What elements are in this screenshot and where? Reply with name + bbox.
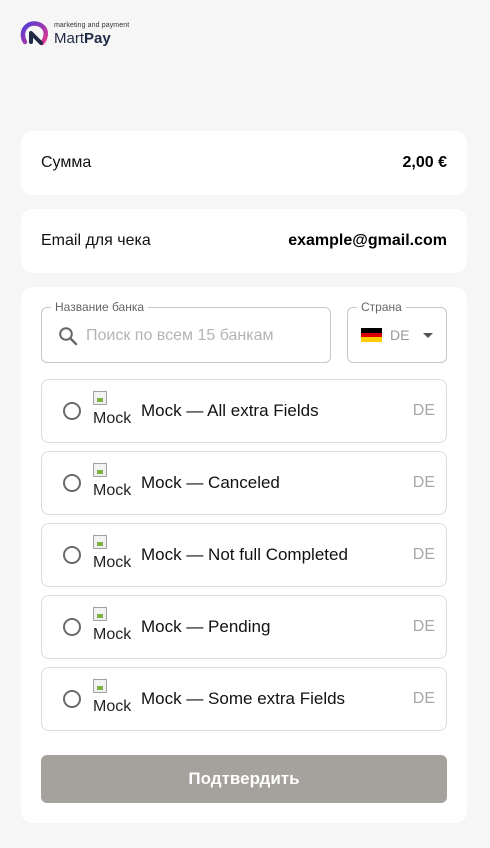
bank-name: Mock — Not full Completed xyxy=(141,545,348,564)
bank-radio[interactable] xyxy=(63,690,81,708)
logo-name: MartPay xyxy=(54,31,129,46)
email-label: Email для чека xyxy=(41,232,151,249)
bank-option[interactable]: Mock Mock — Canceled DE xyxy=(41,451,447,515)
bank-option[interactable]: Mock Mock — All extra Fields DE xyxy=(41,379,447,443)
bank-logo-alt: Mock xyxy=(93,410,132,427)
logo-text: marketing and payment MartPay xyxy=(54,22,129,46)
bank-search-legend: Название банка xyxy=(51,300,149,314)
logo-tagline: marketing and payment xyxy=(54,22,130,29)
broken-image-icon xyxy=(93,535,107,549)
bank-list: Mock Mock — All extra Fields DE Mock Moc… xyxy=(41,379,447,739)
confirm-button[interactable]: Подтвердить xyxy=(41,755,447,803)
payment-page: marketing and payment MartPay Сумма 2,00… xyxy=(0,0,490,848)
bank-logo: Mock xyxy=(93,607,135,647)
bank-logo-alt: Mock xyxy=(93,554,132,571)
bank-logo: Mock xyxy=(93,535,135,575)
bank-option[interactable]: Mock Mock — Some extra Fields DE xyxy=(41,667,447,731)
amount-card: Сумма 2,00 € xyxy=(21,131,467,195)
email-value: example@gmail.com xyxy=(288,232,447,249)
bank-logo: Mock xyxy=(93,463,135,503)
country-legend: Страна xyxy=(357,300,406,314)
germany-flag-icon xyxy=(361,328,382,343)
broken-image-icon xyxy=(93,607,107,621)
bank-logo-alt: Mock xyxy=(93,698,132,715)
bank-logo-alt: Mock xyxy=(93,482,132,499)
bank-name: Mock — All extra Fields xyxy=(141,401,319,420)
logo-name-bold: Pay xyxy=(84,30,111,47)
broken-image-icon xyxy=(93,463,107,477)
bank-radio[interactable] xyxy=(63,474,81,492)
bank-country: DE xyxy=(412,546,435,563)
bank-logo: Mock xyxy=(93,679,135,719)
bank-name: Mock — Canceled xyxy=(141,473,280,492)
bank-name: Mock — Some extra Fields xyxy=(141,689,346,708)
bank-option[interactable]: Mock Mock — Not full Completed DE xyxy=(41,523,447,587)
martpay-logo-icon xyxy=(20,21,48,46)
bank-selection-card: Название банка Страна DE Mock xyxy=(21,287,467,823)
broken-image-icon xyxy=(93,391,107,405)
amount-value: 2,00 € xyxy=(402,154,447,171)
country-select[interactable]: Страна DE xyxy=(347,300,447,363)
bank-logo-alt: Mock xyxy=(93,626,132,643)
bank-search-field[interactable]: Название банка xyxy=(41,300,331,363)
bank-option[interactable]: Mock Mock — Pending DE xyxy=(41,595,447,659)
bank-name: Mock — Pending xyxy=(141,617,271,636)
bank-radio[interactable] xyxy=(63,546,81,564)
chevron-down-icon[interactable] xyxy=(423,333,433,338)
bank-radio[interactable] xyxy=(63,618,81,636)
broken-image-icon xyxy=(93,679,107,693)
amount-label: Сумма xyxy=(41,154,92,171)
search-icon xyxy=(59,327,78,346)
bank-country: DE xyxy=(412,402,435,419)
bank-search-input[interactable] xyxy=(86,323,322,349)
bank-radio[interactable] xyxy=(63,402,81,420)
email-card: Email для чека example@gmail.com xyxy=(21,209,467,273)
bank-country: DE xyxy=(412,690,435,707)
country-code: DE xyxy=(390,327,410,343)
bank-country: DE xyxy=(412,474,435,491)
martpay-logo: marketing and payment MartPay xyxy=(20,20,129,48)
bank-country: DE xyxy=(412,618,435,635)
bank-logo: Mock xyxy=(93,391,135,431)
logo-name-light: Mart xyxy=(54,30,84,47)
